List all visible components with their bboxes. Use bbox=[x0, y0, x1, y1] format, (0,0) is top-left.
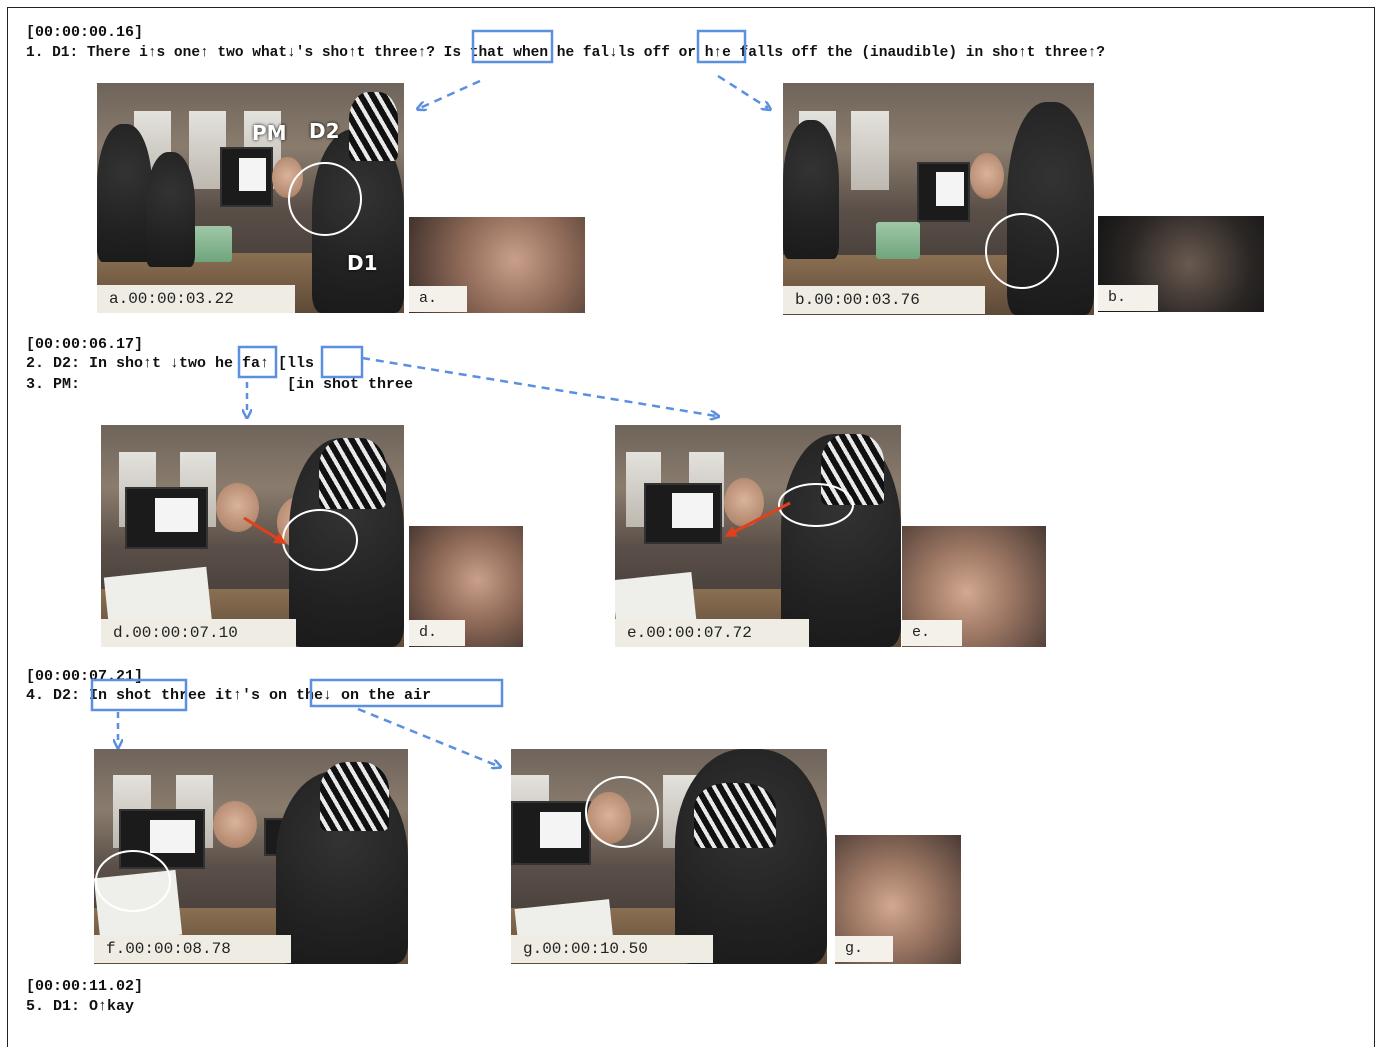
transcript-line-4: 4. D2: In shot three it↑'s on the↓ on th… bbox=[26, 687, 432, 704]
still-b-caption: b.00:00:03.76 bbox=[783, 286, 985, 314]
label-d2: D2 bbox=[309, 119, 340, 143]
zoom-a-caption: a. bbox=[409, 286, 467, 312]
timestamp-4: [00:00:11.02] bbox=[26, 978, 144, 995]
video-still-e bbox=[615, 425, 901, 647]
zoom-e-caption: e. bbox=[902, 620, 962, 646]
transcript-line-2: 2. D2: In sho↑t ↓two he fa↑ [lls bbox=[26, 355, 315, 372]
label-d1: D1 bbox=[347, 251, 378, 275]
transcript-line-3: 3. PM: [in shot three bbox=[26, 376, 414, 393]
label-pm: PM bbox=[252, 121, 287, 145]
still-f-caption: f.00:00:08.78 bbox=[94, 935, 291, 963]
video-still-b bbox=[783, 83, 1094, 315]
video-still-d bbox=[101, 425, 404, 647]
transcript-line-5: 5. D1: O↑kay bbox=[26, 998, 135, 1015]
timestamp-1: [00:00:00.16] bbox=[26, 24, 144, 41]
zoom-d-caption: d. bbox=[409, 620, 465, 646]
video-still-f bbox=[94, 749, 408, 964]
video-still-g bbox=[511, 749, 827, 964]
still-e-caption: e.00:00:07.72 bbox=[615, 619, 809, 647]
still-g-caption: g.00:00:10.50 bbox=[511, 935, 713, 963]
video-still-a: PM D2 D1 bbox=[97, 83, 404, 313]
still-a-caption: a.00:00:03.22 bbox=[97, 285, 295, 313]
still-d-caption: d.00:00:07.10 bbox=[101, 619, 296, 647]
timestamp-2: [00:00:06.17] bbox=[26, 336, 144, 353]
transcript-line-1: 1. D1: There i↑s one↑ two what↓'s sho↑t … bbox=[26, 45, 1105, 61]
timestamp-3: [00:00:07.21] bbox=[26, 668, 144, 685]
zoom-g-caption: g. bbox=[835, 936, 893, 962]
zoom-b-caption: b. bbox=[1098, 285, 1158, 311]
